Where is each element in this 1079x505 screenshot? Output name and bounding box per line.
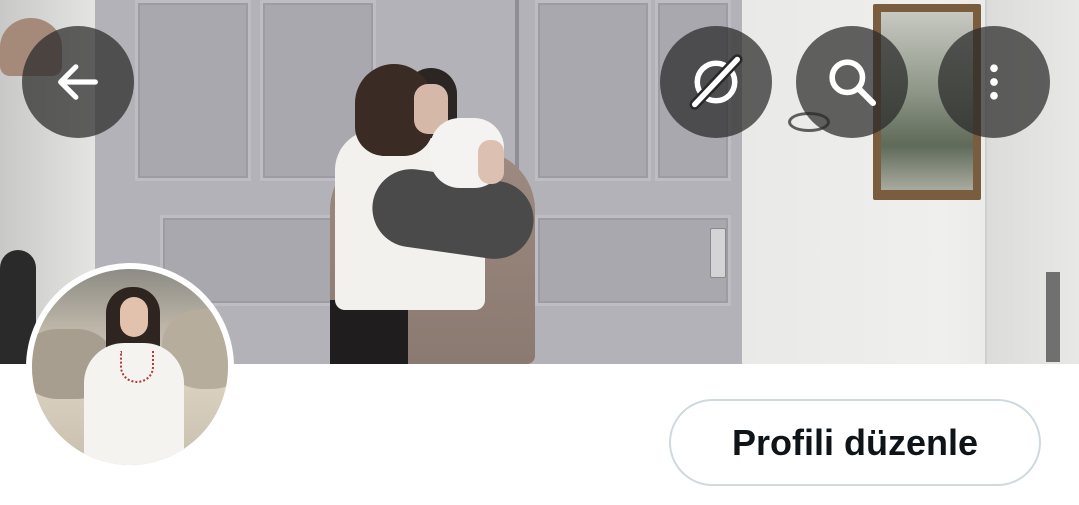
grok-icon	[689, 54, 743, 110]
banner-door-latch	[710, 228, 726, 278]
profile-page: Profili düzenle	[0, 0, 1079, 505]
avatar-photo	[32, 269, 228, 465]
arrow-left-icon	[58, 64, 98, 100]
avatar[interactable]	[26, 263, 234, 471]
banner-hinge	[1046, 272, 1060, 362]
edit-profile-button[interactable]: Profili düzenle	[669, 399, 1041, 486]
more-vertical-icon	[990, 64, 998, 100]
search-icon	[829, 59, 877, 107]
more-options-button[interactable]	[938, 26, 1050, 138]
search-button[interactable]	[796, 26, 908, 138]
back-button[interactable]	[22, 26, 134, 138]
banner-woman-hands	[478, 140, 504, 184]
grok-button[interactable]	[660, 26, 772, 138]
